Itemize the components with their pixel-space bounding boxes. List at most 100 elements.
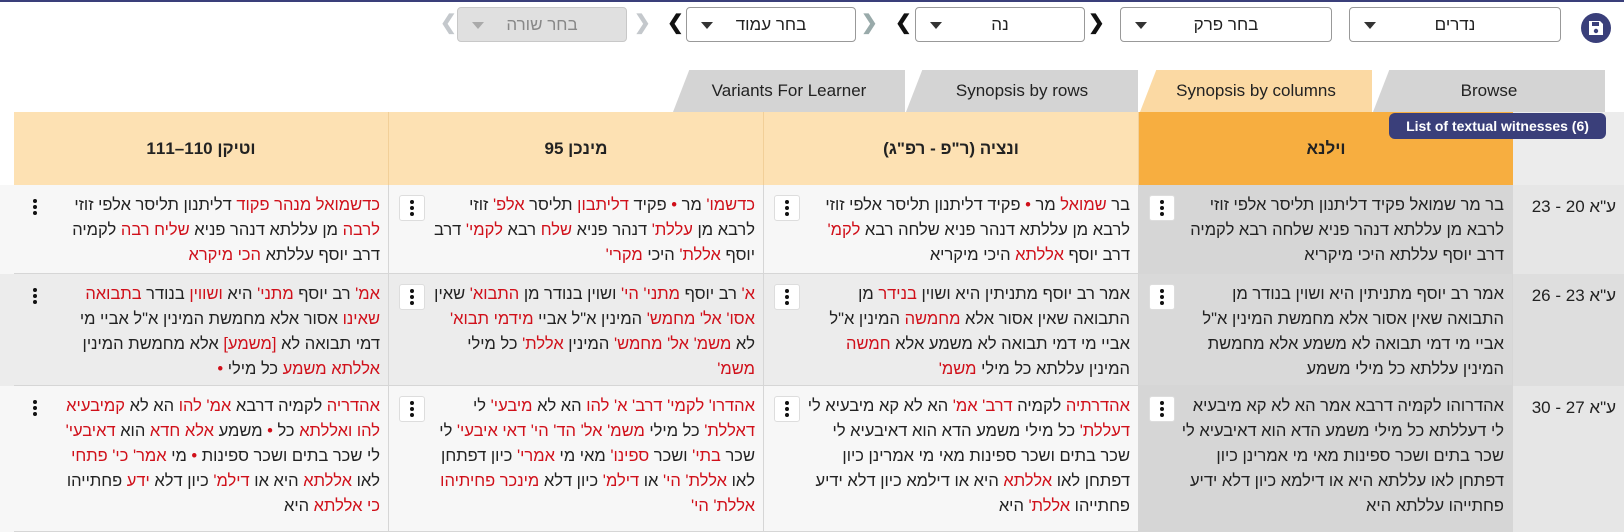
save-icon[interactable] <box>1581 13 1611 43</box>
dot <box>785 289 789 293</box>
variant-text: ספינו' <box>610 447 650 465</box>
dot <box>1160 206 1164 210</box>
kebab-menu-icon[interactable] <box>28 286 42 306</box>
tractate-value: נדרים <box>1434 14 1476 34</box>
cell-venice: אמר רב יוסף מתניתין היא ושוין בנידר מן ה… <box>764 274 1139 386</box>
variant-text: אללתא משמע <box>282 360 380 378</box>
variant-text: דילמ' <box>602 472 640 490</box>
next-chapter-arrow[interactable]: ❯ <box>1088 13 1105 33</box>
variant-text: אלפ' <box>492 196 525 214</box>
base-text: המינין א"ל אביי <box>533 310 647 328</box>
chapter-placeholder: בחר פרק <box>1193 14 1259 34</box>
variant-text: משמ' אל' הד' הי' דאי איבעי' <box>456 422 645 440</box>
base-text: אמר רב יוסף מתניתין היא ושוין <box>916 285 1130 303</box>
witness-text: אהדרתיה לקמיה דרב' אמ' הא לא קא מיבעיא ל… <box>804 394 1130 519</box>
base-text: שאין <box>434 285 470 303</box>
base-text: רב יוסף <box>293 285 356 303</box>
base-text: מן עללתא דנהר פניא <box>189 221 343 239</box>
witness-text: אמ' רב יוסף מתני' היא ושווין בנודר בתבוא… <box>54 282 380 382</box>
variant-text: דליתבון <box>577 196 629 214</box>
tab-variants-learner[interactable]: Variants For Learner <box>673 70 905 112</box>
variant-text: מקרי' <box>605 246 643 264</box>
base-text: פקיד <box>628 196 672 214</box>
variant-text: לקמי' <box>465 221 503 239</box>
kebab-menu-icon[interactable] <box>774 195 800 221</box>
page-select[interactable]: בחר עמוד <box>686 7 856 42</box>
base-text: אמר רב יוסף מתניתין היא ושוין בנודר מן ה… <box>1202 285 1504 378</box>
cell-vatican: כדשמואל מנהר פקוד דליתנון תליסר אלפי זוז… <box>14 185 389 274</box>
variant-text: עללת' <box>651 221 693 239</box>
base-text: לקמיה דרבא <box>231 397 327 415</box>
kebab-menu-icon[interactable] <box>774 396 800 422</box>
chapter-select[interactable]: בחר פרק <box>1120 7 1332 42</box>
dot <box>33 288 37 292</box>
variant-text: אהדריה <box>326 397 380 415</box>
chapter-value: נה <box>991 14 1009 34</box>
dot <box>410 289 414 293</box>
prev-line-arrow[interactable]: ❮ <box>440 13 457 33</box>
base-text: היא או <box>249 472 304 490</box>
base-text: רב יוסף <box>680 285 742 303</box>
cell-venice: אהדרתיה לקמיה דרב' אמ' הא לא קא מיבעיא ל… <box>764 386 1139 532</box>
dot <box>33 412 37 416</box>
base-text: או <box>639 472 663 490</box>
variant-text: שמואל <box>1060 196 1107 214</box>
kebab-menu-icon[interactable] <box>1149 396 1175 422</box>
base-text: כל מילי <box>223 360 283 378</box>
base-text: הא לא <box>532 397 587 415</box>
base-text: כל מילי <box>467 335 523 353</box>
base-text: דנהר פניא <box>572 221 652 239</box>
variant-text: מתני' הי' <box>620 285 681 303</box>
dot <box>33 205 37 209</box>
base-text: ושכר <box>649 447 693 465</box>
next-line-arrow[interactable]: ❯ <box>634 13 651 33</box>
tab-browse[interactable]: Browse <box>1373 70 1605 112</box>
cell-vilna: בר מר שמואל פקיד דליתנון תליסר אלפי זוזי… <box>1139 185 1513 274</box>
dot <box>1160 407 1164 411</box>
kebab-menu-icon[interactable] <box>399 284 425 310</box>
variant-text: ידע <box>126 472 150 490</box>
variant-text: בנידר <box>878 285 917 303</box>
prev-page-arrow[interactable]: ❮ <box>667 13 684 33</box>
next-page-arrow[interactable]: ❯ <box>861 13 878 33</box>
dot <box>785 295 789 299</box>
kebab-menu-icon[interactable] <box>1149 195 1175 221</box>
textual-witnesses-button[interactable]: List of textual witnesses (6) <box>1389 113 1606 139</box>
base-text: מי <box>166 447 192 465</box>
tractate-select[interactable]: נדרים <box>1349 7 1561 42</box>
dot <box>33 199 37 203</box>
dot <box>1160 301 1164 305</box>
tab-variants-label: Variants For Learner <box>711 81 867 100</box>
variant-text: אמרי' <box>517 447 555 465</box>
kebab-menu-icon[interactable] <box>28 398 42 418</box>
dot <box>785 407 789 411</box>
variant-text: אללתא <box>1015 246 1064 264</box>
kebab-menu-icon[interactable] <box>399 195 425 221</box>
variant-text: אללת' <box>1028 497 1071 515</box>
tab-synopsis-rows[interactable]: Synopsis by rows <box>906 70 1138 112</box>
variant-text: משמ' אל' מחמש' <box>613 335 732 353</box>
witness-text: אהדריה לקמיה דרבא אמ' להו הא לא קמיבעיא … <box>54 394 380 519</box>
variant-text: אמ' <box>355 285 380 303</box>
base-text: הא לא <box>125 397 179 415</box>
chevron-down-icon <box>1135 22 1147 29</box>
witness-text: א' רב יוסף מתני' הי' ושוין בנודר מן התבו… <box>429 282 755 382</box>
tab-synopsis-columns[interactable]: Synopsis by columns <box>1140 70 1372 112</box>
chapter-value-select[interactable]: נה <box>915 7 1085 42</box>
line-select[interactable]: בחר שורה <box>457 7 627 42</box>
tab-synopsis-columns-label: Synopsis by columns <box>1176 81 1336 100</box>
variant-text: כדשמואל מנהר פקוד <box>236 196 380 214</box>
base-text: דליתנון תליסר אלפי זוזי <box>74 196 237 214</box>
kebab-menu-icon[interactable] <box>28 197 42 217</box>
base-text: המינין <box>563 335 614 353</box>
kebab-menu-icon[interactable] <box>1149 284 1175 310</box>
row-reference: ע"א 23 - 26 <box>1513 274 1624 386</box>
dot <box>33 406 37 410</box>
chevron-down-icon <box>930 22 942 29</box>
row-reference: ע"א 20 - 23 <box>1513 185 1624 274</box>
prev-chapter-arrow[interactable]: ❮ <box>895 13 912 33</box>
kebab-menu-icon[interactable] <box>399 396 425 422</box>
variant-text: אמ' להו <box>178 397 232 415</box>
variant-text: דאללת' <box>704 422 755 440</box>
kebab-menu-icon[interactable] <box>774 284 800 310</box>
